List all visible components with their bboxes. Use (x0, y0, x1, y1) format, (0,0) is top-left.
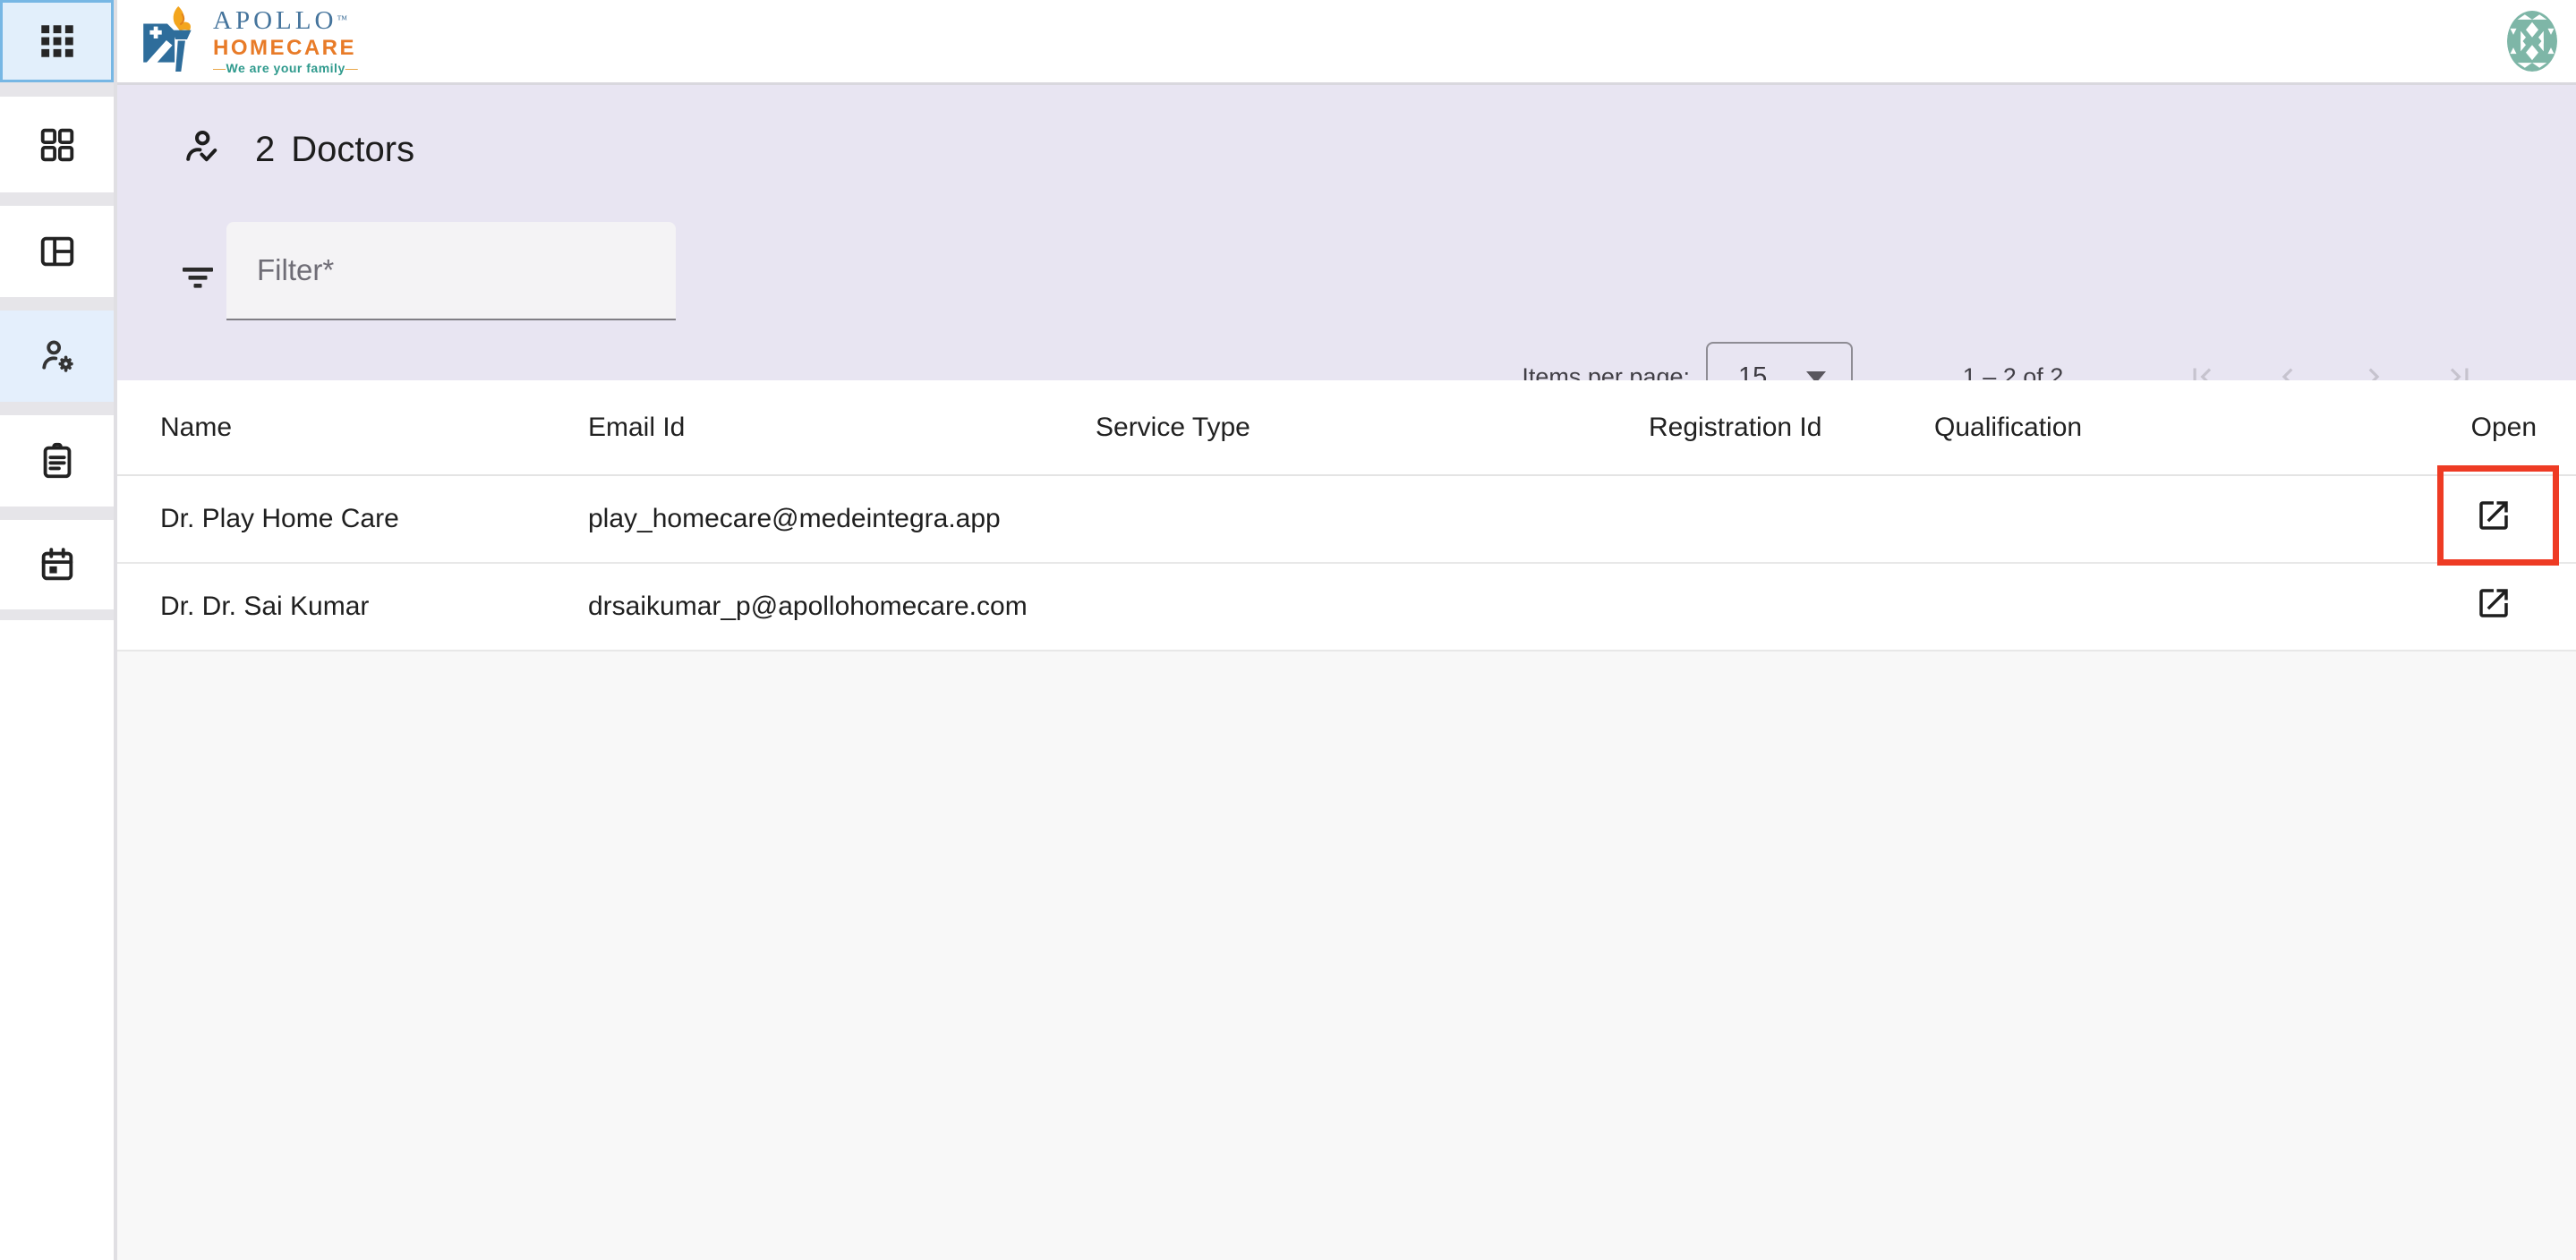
column-header-registration-id: Registration Id (1649, 413, 1934, 443)
table-row: Dr. Dr. Sai Kumar drsaikumar_p@apollohom… (117, 564, 2576, 651)
cell-name: Dr. Play Home Care (160, 504, 588, 534)
sidebar-item-menu-toggle[interactable] (0, 0, 114, 82)
calendar-icon (37, 544, 78, 585)
sidebar-divider (0, 609, 114, 620)
column-header-open: Open (2456, 413, 2537, 443)
open-in-new-icon (2475, 497, 2512, 541)
sidebar-item-manage-doctors[interactable] (0, 311, 114, 402)
brand-subname: HOMECARE (213, 37, 358, 59)
sidebar-item-records[interactable] (0, 415, 114, 507)
brand-name: APOLLO™ (213, 7, 358, 34)
table-header-row: Name Email Id Service Type Registration … (117, 380, 2576, 476)
manage-accounts-icon (37, 336, 78, 377)
filter-icon (175, 251, 221, 303)
clipboard-icon (37, 440, 78, 481)
sidebar-item-layout[interactable] (0, 206, 114, 297)
doctors-count: 2 (255, 130, 275, 170)
column-header-email: Email Id (588, 413, 1096, 443)
sidebar-item-dashboard[interactable] (0, 97, 114, 192)
table-row: Dr. Play Home Care play_homecare@medeint… (117, 476, 2576, 564)
column-header-service-type: Service Type (1096, 413, 1649, 443)
sidebar (0, 0, 117, 1260)
brand-logo-mark-icon (141, 5, 200, 78)
app-root: APOLLO™ HOMECARE —We are your family— (0, 0, 2576, 1260)
open-doctor-button[interactable] (2474, 587, 2513, 626)
column-header-name: Name (160, 413, 588, 443)
page-title: Doctors (291, 130, 414, 170)
toolbar-panel: 2 Doctors Items per page: 15 1 – 2 of 2 (117, 85, 2576, 380)
sidebar-divider (0, 297, 114, 311)
dashboard-grid-icon (37, 124, 78, 166)
open-in-new-icon (2475, 584, 2512, 629)
cell-email: drsaikumar_p@apollohomecare.com (588, 592, 1096, 622)
cell-name: Dr. Dr. Sai Kumar (160, 592, 588, 622)
top-bar: APOLLO™ HOMECARE —We are your family— (117, 0, 2576, 85)
apps-grid-icon (40, 24, 74, 58)
layout-panels-icon (37, 231, 78, 272)
sidebar-divider (0, 192, 114, 206)
sidebar-divider (0, 507, 114, 520)
brand-logo: APOLLO™ HOMECARE —We are your family— (141, 5, 358, 78)
column-header-qualification: Qualification (1934, 413, 2456, 443)
page-heading: 2 Doctors (180, 114, 414, 185)
cell-email: play_homecare@medeintegra.app (588, 504, 1096, 534)
doctors-table: Name Email Id Service Type Registration … (117, 380, 2576, 651)
trademark-symbol: ™ (337, 13, 347, 26)
sidebar-item-schedule[interactable] (0, 520, 114, 609)
avatar[interactable] (2507, 11, 2557, 72)
sidebar-divider (0, 402, 114, 415)
doctor-verified-icon (180, 126, 223, 174)
sidebar-divider (0, 82, 114, 97)
brand-tagline: —We are your family— (213, 62, 358, 75)
filter-input[interactable] (226, 222, 676, 320)
open-doctor-button[interactable] (2474, 499, 2513, 539)
